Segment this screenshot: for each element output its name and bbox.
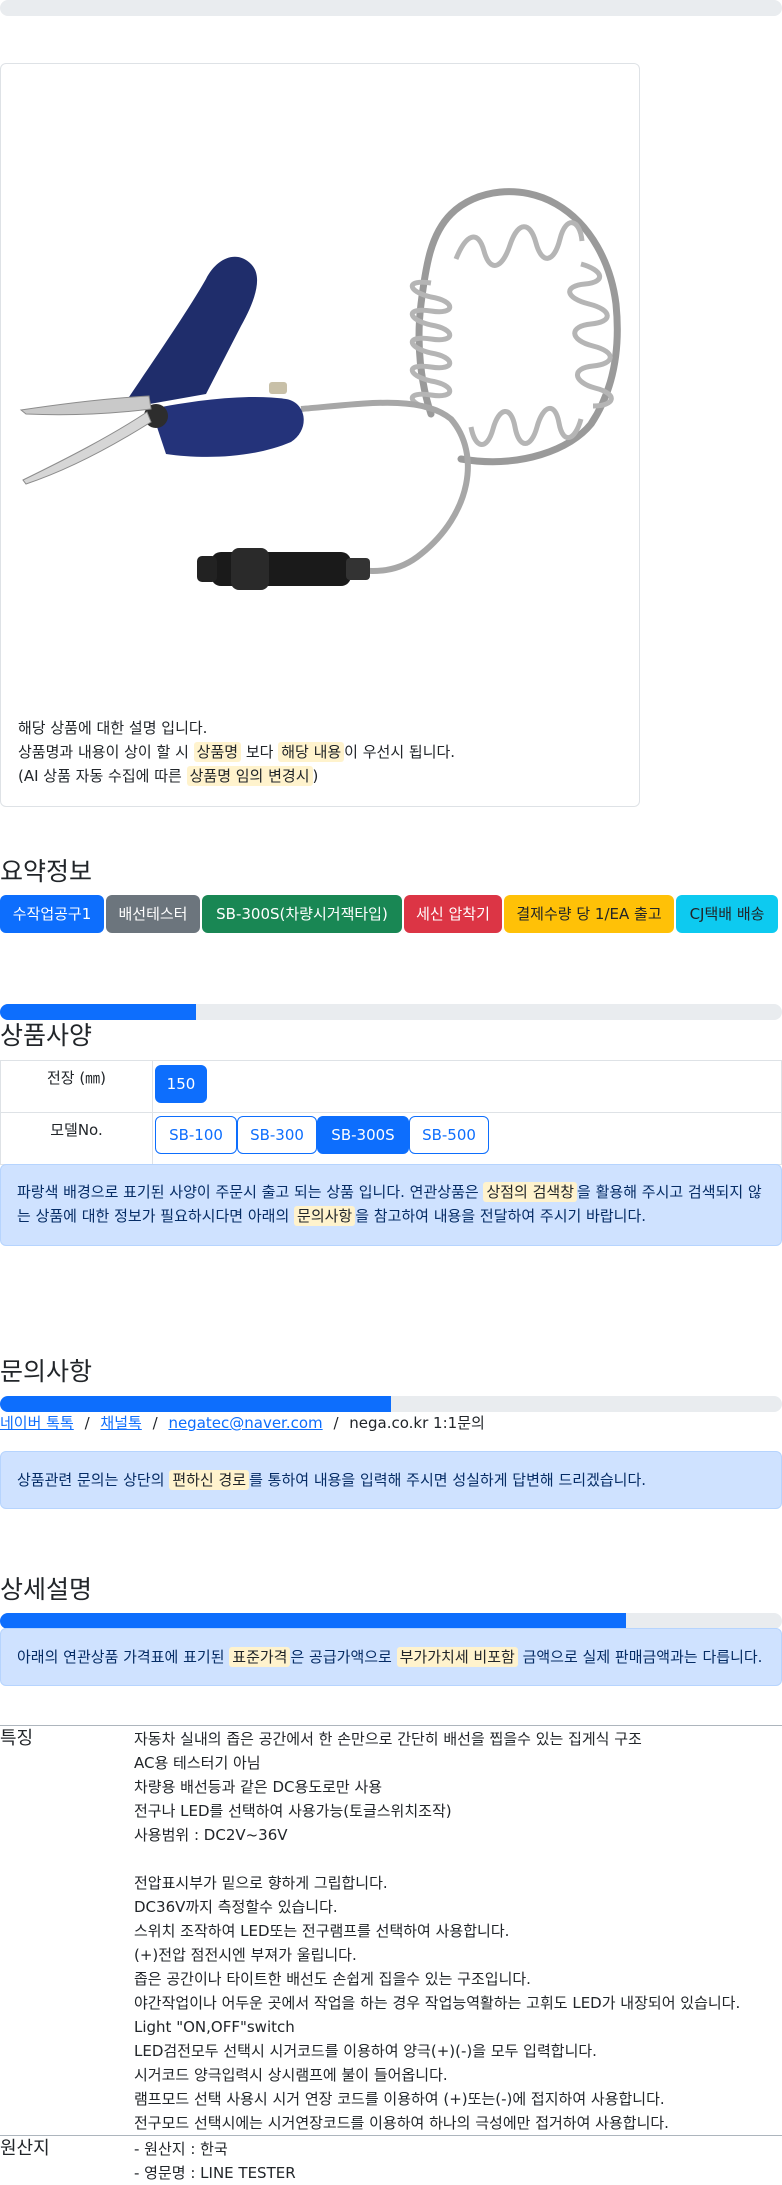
- spec-notice: 파랑색 배경으로 표기된 사양이 주문시 출고 되는 상품 입니다. 연관상품은…: [0, 1164, 782, 1246]
- origin-country: - 원산지 : 한국: [134, 2140, 228, 2158]
- feature-line: 차량용 배선등과 같은 DC용도로만 사용: [134, 1778, 383, 1796]
- detail-title: 상세설명: [0, 1575, 93, 1604]
- feature-line: 사용범위 : DC2V~36V: [134, 1826, 288, 1844]
- detail-notice: 아래의 연관상품 가격표에 표기된 표준가격 은 공급가액으로 부가가치세 비포함…: [0, 1628, 782, 1686]
- top-progress-bar: [0, 0, 782, 16]
- feature-line: 전구나 LED를 선택하여 사용가능(토글스위치조작): [134, 1802, 452, 1820]
- feature-line: DC36V까지 측정할수 있습니다.: [134, 1898, 338, 1916]
- separator: /: [333, 1414, 339, 1432]
- inquiry-progress-bar: [0, 1396, 782, 1412]
- spec-title: 상품사양: [0, 1021, 93, 1050]
- option-model-sb300s[interactable]: SB-300S: [317, 1116, 409, 1154]
- features-divider: [0, 1725, 782, 1726]
- highlight-vat-excluded: 부가가치세 비포함: [396, 1647, 518, 1667]
- naver-talktalk-link[interactable]: 네이버 톡톡: [0, 1414, 74, 1432]
- channel-talk-link[interactable]: 채널톡: [100, 1414, 141, 1432]
- origin-label: 원산지: [0, 2138, 50, 2159]
- feature-line: 야간작업이나 어두운 곳에서 작업을 하는 경우 작업능역활하는 고휘도 LED…: [134, 1994, 741, 2012]
- inquiry-title: 문의사항: [0, 1357, 93, 1386]
- description-line-1: 해당 상품에 대한 설명 입니다.: [18, 719, 208, 737]
- product-description: 해당 상품에 대한 설명 입니다. 상품명과 내용이 상이 할 시 상품명 보다…: [18, 716, 455, 788]
- spec-label-length: 전장 (㎜): [0, 1060, 153, 1113]
- features-label: 특징: [0, 1728, 34, 1749]
- feature-line: 램프모드 선택 사용시 시거 연장 코드를 이용하여 (+)또는(-)에 접지하…: [134, 2090, 665, 2108]
- description-line-3: (AI 상품 자동 수집에 따른 상품명 임의 변경시): [18, 766, 319, 786]
- feature-line: Light "ON,OFF"switch: [134, 2018, 295, 2036]
- badge-product-type: 배선테스터: [106, 895, 200, 933]
- inquiry-links: 네이버 톡톡 / 채널톡 / negatec@naver.com / nega.…: [0, 1413, 485, 1433]
- website-inquiry-text: nega.co.kr 1:1문의: [349, 1414, 485, 1432]
- feature-line: LED검전모두 선택시 시거코드를 이용하여 양극(+)(-)을 모두 입력합니…: [134, 2042, 597, 2060]
- option-model-sb300[interactable]: SB-300: [237, 1116, 317, 1154]
- separator: /: [152, 1414, 158, 1432]
- highlight-product-name: 상품명: [193, 742, 242, 762]
- badge-brand: 세신 압착기: [404, 895, 502, 933]
- separator: /: [84, 1414, 90, 1432]
- spec-row-length: 전장 (㎜): [0, 1060, 782, 1113]
- line-tester-illustration: [19, 188, 621, 590]
- highlight-content: 해당 내용: [278, 742, 345, 762]
- feature-line: AC용 테스터기 아님: [134, 1754, 261, 1772]
- description-line-2: 상품명과 내용이 상이 할 시 상품명 보다 해당 내용 이 우선시 됩니다.: [18, 742, 456, 762]
- inquiry-notice: 상품관련 문의는 상단의 편하신 경로 를 통하여 내용을 입력해 주시면 성실하…: [0, 1451, 782, 1509]
- feature-line: 좁은 공간이나 타이트한 배선도 손쉽게 집을수 있는 구조입니다.: [134, 1970, 531, 1988]
- option-model-sb500[interactable]: SB-500: [409, 1116, 489, 1154]
- features-list: 자동차 실내의 좁은 공간에서 한 손만으로 간단히 배선을 찝을수 있는 집게…: [134, 1727, 782, 2135]
- feature-line: 스위치 조작하여 LED또는 전구램프를 선택하여 사용합니다.: [134, 1922, 510, 1940]
- highlight-channel: 편하신 경로: [169, 1470, 250, 1490]
- product-image: [1, 64, 639, 704]
- feature-line: [134, 1847, 782, 1871]
- highlight-inquiry: 문의사항: [294, 1206, 356, 1226]
- feature-line: 전압표시부가 밑으로 향하게 그립합니다.: [134, 1874, 388, 1892]
- highlight-search: 상점의 검색창: [483, 1182, 578, 1202]
- detail-progress-bar: [0, 1613, 782, 1629]
- feature-line: (+)전압 점전시엔 부져가 울립니다.: [134, 1946, 357, 1964]
- badge-shipping: CJ택배 배송: [676, 895, 778, 933]
- option-model-sb100[interactable]: SB-100: [155, 1116, 237, 1154]
- feature-line: 시거코드 양극입력시 상시램프에 불이 들어옵니다.: [134, 2066, 448, 2084]
- origin-list: - 원산지 : 한국 - 영문명 : LINE TESTER: [134, 2137, 296, 2185]
- highlight-name-change: 상품명 임의 변경시: [186, 766, 313, 786]
- option-length-150[interactable]: 150: [155, 1065, 207, 1103]
- feature-line: 자동차 실내의 좁은 공간에서 한 손만으로 간단히 배선을 찝을수 있는 집게…: [134, 1730, 642, 1748]
- spec-progress-bar: [0, 1004, 782, 1020]
- badge-category: 수작업공구1: [0, 895, 104, 933]
- feature-line: 전구모드 선택시에는 시거연장코드를 이용하여 하나의 극성에만 접거하여 사용…: [134, 2114, 669, 2132]
- badge-model: SB-300S(차량시거잭타입): [202, 895, 402, 933]
- badge-quantity: 결제수량 당 1/EA 출고: [504, 895, 674, 933]
- origin-english-name: - 영문명 : LINE TESTER: [134, 2164, 296, 2182]
- email-link[interactable]: negatec@naver.com: [168, 1414, 322, 1432]
- spec-label-model: 모델No.: [0, 1112, 153, 1165]
- summary-title: 요약정보: [0, 857, 93, 886]
- product-card: 해당 상품에 대한 설명 입니다. 상품명과 내용이 상이 할 시 상품명 보다…: [0, 63, 640, 807]
- origin-divider: [0, 2135, 782, 2136]
- highlight-standard-price: 표준가격: [229, 1647, 291, 1667]
